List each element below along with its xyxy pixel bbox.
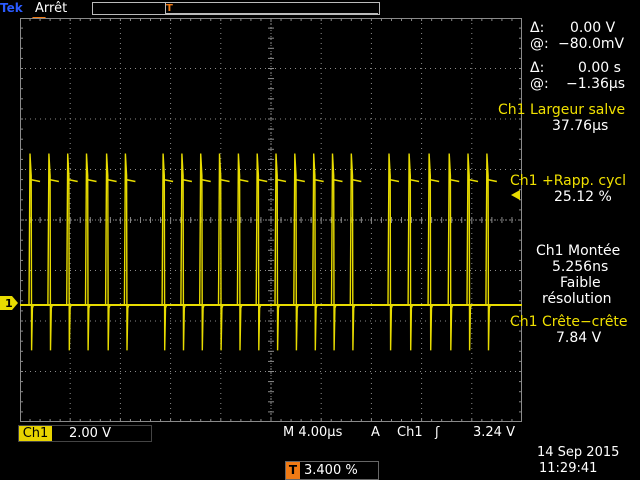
- ch1-tag: Ch1: [19, 426, 52, 441]
- record-window: [165, 3, 378, 14]
- brand-logo: Tek: [0, 1, 23, 15]
- cursor-v-at-symbol: @:: [530, 36, 549, 52]
- rise-time-note-2: résolution: [542, 291, 612, 307]
- acquisition-state: Arrêt: [35, 1, 68, 16]
- ch1-volts-per-div: 2.00 V: [69, 426, 111, 441]
- top-status-bar: Tek Arrêt T: [0, 0, 640, 17]
- cursor-t-at: −1.36µs: [566, 76, 626, 92]
- trigger-position-value: 3.400 %: [304, 463, 358, 478]
- cursor-t-delta-symbol: Δ:: [530, 60, 545, 76]
- datetime: 14 Sep 2015 11:29:41: [537, 445, 619, 477]
- ch1-scale-readout[interactable]: Ch1 2.00 V: [18, 425, 152, 442]
- waveform-display: [20, 18, 522, 422]
- duty-cycle-value: 25.12 %: [554, 189, 612, 205]
- burst-width-label: Ch1 Largeur salve: [498, 102, 626, 118]
- record-length-bar: T: [92, 2, 380, 15]
- date: 14 Sep 2015: [537, 445, 620, 460]
- peak-to-peak-label: Ch1 Crête−crête: [510, 314, 628, 330]
- trigger-readout[interactable]: A Ch1 ʃ 3.24 V: [371, 425, 523, 440]
- ch1-marker-label: 1: [5, 297, 13, 310]
- duty-cycle-label: Ch1 +Rapp. cycl: [510, 173, 626, 189]
- cursor-t-at-symbol: @:: [530, 76, 549, 92]
- trigger-mode: A: [371, 425, 380, 440]
- trigger-level: 3.24 V: [473, 425, 515, 440]
- cursor-v-at: −80.0mV: [558, 36, 625, 52]
- ch1-ground-marker-icon[interactable]: 1: [0, 296, 18, 310]
- burst-width-value: 37.76µs: [552, 118, 609, 134]
- cursor-t-delta: 0.00 s: [578, 60, 621, 76]
- trigger-level-arrow-icon[interactable]: [511, 190, 520, 200]
- rise-time-note-1: Faible: [560, 275, 601, 291]
- cursor-v-delta-symbol: Δ:: [530, 20, 545, 36]
- trigger-source: Ch1: [397, 425, 423, 440]
- timebase-readout[interactable]: M 4.00µs: [283, 425, 342, 440]
- rise-time-value: 5.256ns: [552, 259, 609, 275]
- measurement-panel: Δ: 0.00 V @: −80.0mV Δ: 0.00 s @: −1.36µ…: [498, 18, 640, 438]
- peak-to-peak-value: 7.84 V: [556, 330, 602, 346]
- cursor-v-delta: 0.00 V: [570, 20, 616, 36]
- time: 11:29:41: [539, 461, 598, 476]
- trigger-slope-icon: ʃ: [435, 425, 440, 440]
- rise-time-label: Ch1 Montée: [536, 243, 621, 259]
- trigger-position-readout[interactable]: T 3.400 %: [285, 461, 379, 480]
- record-trigger-marker: T: [166, 3, 173, 14]
- trigger-position-tag: T: [286, 462, 300, 479]
